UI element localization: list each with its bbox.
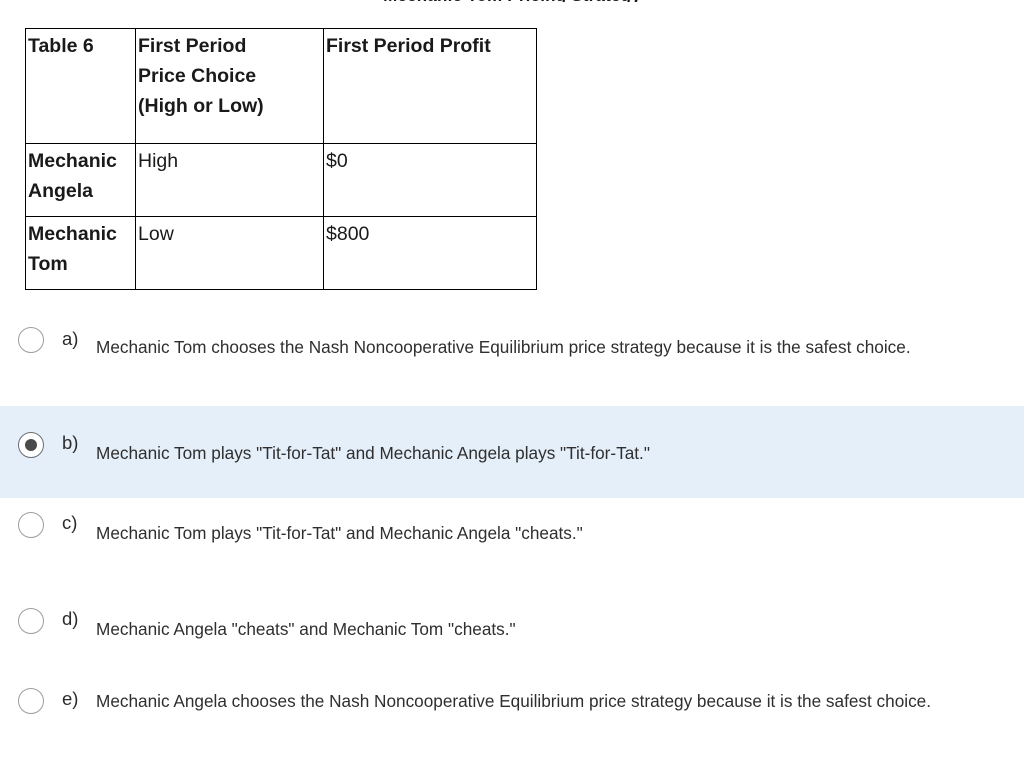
payoff-table: Table 6 First Period Price Choice (High … <box>25 28 537 290</box>
option-letter-e: e) <box>62 688 79 709</box>
table-title-cell: Table 6 <box>25 28 136 144</box>
answer-option-c[interactable]: c) Mechanic Tom plays "Tit-for-Tat" and … <box>0 498 1024 586</box>
option-text-c: Mechanic Tom plays "Tit-for-Tat" and Mec… <box>96 523 583 543</box>
radio-button-icon-a[interactable] <box>18 327 44 353</box>
cell-angela-price-choice: High <box>135 143 324 217</box>
radio-dot-b <box>25 439 37 451</box>
answer-option-e[interactable]: e) Mechanic Angela chooses the Nash Nonc… <box>0 674 1024 764</box>
header-line-1: First Period <box>138 35 247 57</box>
radio-col-d[interactable] <box>0 586 62 634</box>
radio-button-icon-b[interactable] <box>18 432 44 458</box>
cell-tom-profit: $800 <box>323 216 537 290</box>
table-row: Mechanic Angela High $0 <box>25 143 537 217</box>
row-label-line-1: Mechanic <box>28 150 117 172</box>
table-header-price-choice: First Period Price Choice (High or Low) <box>135 28 324 144</box>
clipped-header-text: Mechanic Tom Pricing Strategy <box>0 0 1024 2</box>
radio-button-icon-c[interactable] <box>18 512 44 538</box>
cell-angela-profit: $0 <box>323 143 537 217</box>
row-label-line-2: Angela <box>28 180 94 202</box>
radio-button-icon-e[interactable] <box>18 688 44 714</box>
option-text-b: Mechanic Tom plays "Tit-for-Tat" and Mec… <box>96 443 650 463</box>
option-letter-a: a) <box>62 328 79 349</box>
option-letter-b: b) <box>62 432 79 453</box>
answer-option-a[interactable]: a) Mechanic Tom chooses the Nash Noncoop… <box>0 318 1024 406</box>
radio-col-e[interactable] <box>0 674 62 714</box>
cell-tom-price-choice: Low <box>135 216 324 290</box>
row-label-line-1: Mechanic <box>28 223 117 245</box>
header-line-3: (High or Low) <box>138 95 264 117</box>
option-text-a: Mechanic Tom chooses the Nash Noncoopera… <box>96 337 911 357</box>
radio-col-c[interactable] <box>0 498 62 538</box>
option-text-d: Mechanic Angela "cheats" and Mechanic To… <box>96 619 516 639</box>
option-letter-c: c) <box>62 512 78 533</box>
answer-option-b[interactable]: b) Mechanic Tom plays "Tit-for-Tat" and … <box>0 406 1024 498</box>
table-header-row: Table 6 First Period Price Choice (High … <box>25 28 537 144</box>
row-label-mechanic-angela: Mechanic Angela <box>25 143 136 217</box>
row-label-mechanic-tom: Mechanic Tom <box>25 216 136 290</box>
option-text-e: Mechanic Angela chooses the Nash Noncoop… <box>96 691 932 711</box>
header-line-2: Price Choice <box>138 65 257 87</box>
answer-options-list: a) Mechanic Tom chooses the Nash Noncoop… <box>0 318 1024 764</box>
table-row: Mechanic Tom Low $800 <box>25 216 537 290</box>
answer-option-d[interactable]: d) Mechanic Angela "cheats" and Mechanic… <box>0 586 1024 674</box>
radio-button-icon-d[interactable] <box>18 608 44 634</box>
payoff-table-container: Table 6 First Period Price Choice (High … <box>25 28 537 290</box>
option-letter-d: d) <box>62 608 79 629</box>
radio-col-b[interactable] <box>0 406 62 458</box>
radio-col-a[interactable] <box>0 318 62 353</box>
table-header-profit: First Period Profit <box>323 28 537 144</box>
row-label-line-2: Tom <box>28 253 68 275</box>
